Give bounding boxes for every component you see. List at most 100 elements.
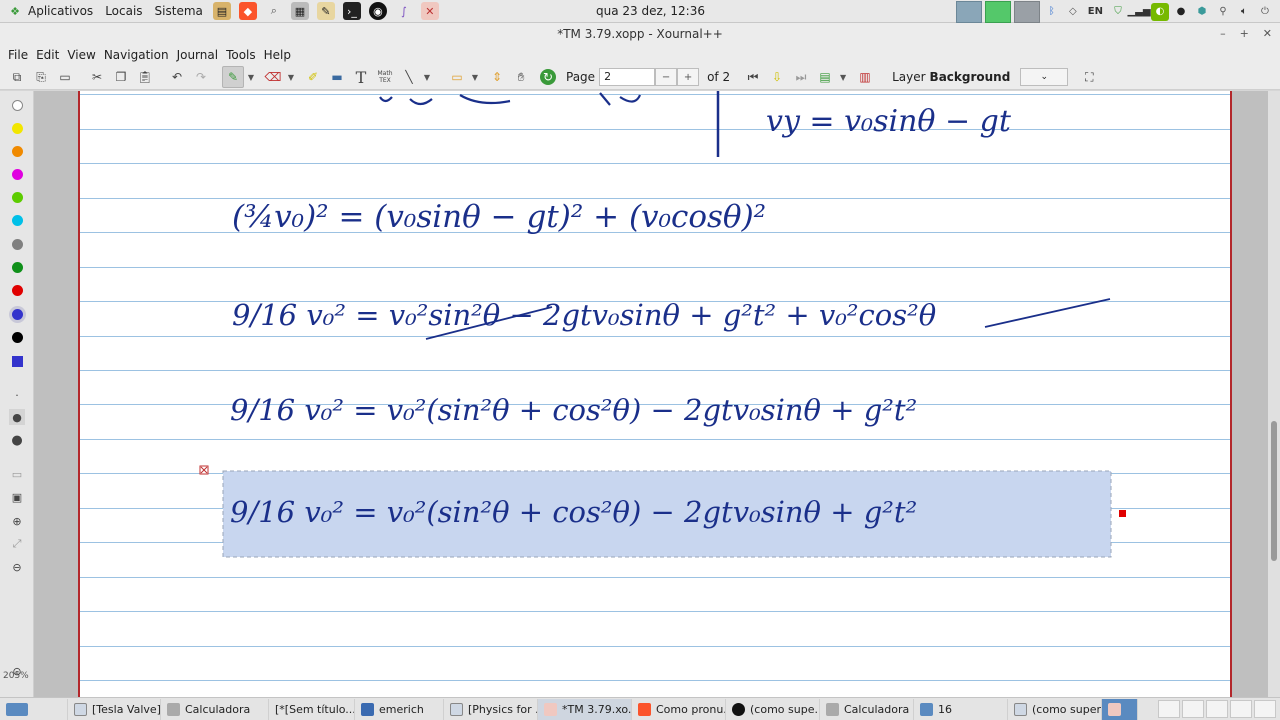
page-decrement-button[interactable]: − [655, 68, 678, 86]
color-orange[interactable] [12, 146, 23, 157]
menu-view[interactable]: View [63, 48, 99, 62]
layer-name[interactable]: Background [930, 70, 1011, 84]
task-como-pronu[interactable]: Como pronu... [632, 698, 726, 720]
open-icon[interactable]: ⎘ [30, 66, 52, 88]
workspace-5[interactable] [1254, 700, 1276, 718]
workspace-4[interactable] [1230, 700, 1252, 718]
layer-dropdown-icon[interactable]: ⌄ [1020, 68, 1069, 86]
new-document-icon[interactable]: ⧉ [6, 66, 28, 88]
apps-menu[interactable]: ❖ Aplicativos [0, 0, 99, 23]
fullscreen-icon[interactable]: ⛶ [1078, 66, 1100, 88]
task-tesla-valve[interactable]: [Tesla Valve] [68, 698, 161, 720]
volume-icon[interactable]: 🔈︎ [1235, 3, 1253, 21]
color-cyan[interactable] [12, 215, 23, 226]
fullpage-icon[interactable]: ▣ [9, 489, 25, 505]
window-title-bar[interactable]: *TM 3.79.xopp - Xournal++ – + ✕ [0, 23, 1280, 45]
minimize-icon[interactable]: – [1220, 23, 1226, 45]
workspace-2[interactable] [1182, 700, 1204, 718]
shape-dropdown-icon[interactable]: ▼ [422, 73, 432, 82]
menu-navigation[interactable]: Navigation [100, 48, 173, 62]
task-xournal-small[interactable] [1102, 698, 1138, 720]
insert-page-dropdown-icon[interactable]: ▼ [838, 73, 848, 82]
task-emerich[interactable]: emerich [355, 698, 444, 720]
nvidia-icon[interactable]: ◐ [1151, 2, 1169, 21]
workspace-1[interactable] [1158, 700, 1180, 718]
eraser-tool-icon[interactable]: ⌫ [262, 66, 284, 88]
file-manager-icon[interactable]: ▤ [212, 2, 231, 20]
zoom-fit-icon[interactable]: ⤢ [9, 536, 25, 552]
copy-icon[interactable]: ❐ [110, 66, 132, 88]
menu-file[interactable]: File [4, 48, 32, 62]
select-dropdown-icon[interactable]: ▼ [470, 73, 480, 82]
terminal-icon[interactable]: ›_ [342, 2, 361, 20]
vertical-space-icon[interactable]: ⇕ [486, 66, 508, 88]
menu-journal[interactable]: Journal [173, 48, 223, 62]
color-white[interactable] [12, 100, 23, 111]
page-increment-button[interactable]: + [677, 68, 700, 86]
last-page-icon[interactable]: ⏭ [790, 66, 812, 88]
color-black[interactable] [12, 332, 23, 343]
pen-app-icon[interactable]: ∫ [395, 2, 413, 20]
task-sem-titulo[interactable]: [*[Sem título... [269, 698, 355, 720]
menu-edit[interactable]: Edit [32, 48, 63, 62]
obs-icon[interactable]: ◉ [368, 2, 387, 20]
hand-tool-icon[interactable]: ✋︎ [510, 66, 532, 88]
network-monitor[interactable] [1013, 0, 1040, 23]
task-16[interactable]: 16 [914, 698, 1008, 720]
undo-icon[interactable]: ↶ [166, 66, 188, 88]
task-calculadora-1[interactable]: Calculadora [161, 698, 269, 720]
wifi-icon[interactable]: ▁▃▅ [1127, 3, 1150, 21]
maximize-icon[interactable]: + [1240, 23, 1249, 45]
close-icon[interactable]: ✕ [1263, 23, 1272, 45]
memory-monitor[interactable] [984, 0, 1011, 23]
document-canvas[interactable]: vy = v₀sinθ − gt (¾v₀)² = (v₀sinθ − gt)²… [34, 91, 1280, 697]
insert-page-icon[interactable]: ▤ [814, 66, 836, 88]
text-tool-icon[interactable]: T [350, 66, 372, 88]
refresh-icon[interactable]: ↻ [540, 69, 556, 85]
first-page-icon[interactable]: ⏮ [742, 66, 764, 88]
zoom-out-icon[interactable]: ⊖ [9, 559, 25, 575]
places-menu[interactable]: Locais [99, 0, 148, 23]
network-icon[interactable]: ⚲ [1214, 3, 1232, 21]
update-icon[interactable]: ● [1172, 3, 1190, 21]
zoom-in-icon[interactable]: ⊕ [9, 513, 25, 529]
paste-icon[interactable]: 📋︎ [134, 66, 156, 88]
color-red[interactable] [12, 285, 23, 296]
color-gray[interactable] [12, 239, 23, 250]
color-green[interactable] [12, 262, 23, 273]
cut-icon[interactable]: ✂ [86, 66, 108, 88]
system-menu[interactable]: Sistema [149, 0, 209, 23]
line-tool-icon[interactable]: ╲ [398, 66, 420, 88]
page-number-input[interactable]: 2 [599, 68, 656, 86]
thick-stroke-icon[interactable]: ● [9, 432, 25, 448]
keyboard-layout[interactable]: EN [1085, 3, 1106, 21]
pen-tool-icon[interactable]: ✎ [222, 66, 244, 88]
show-desktop-button[interactable] [0, 698, 68, 720]
vertical-scrollbar[interactable] [1268, 91, 1280, 697]
redo-icon[interactable]: ↷ [190, 66, 212, 88]
task-physics-for[interactable]: [Physics for ... [444, 698, 538, 720]
page-layout-icon[interactable]: ▭ [9, 466, 25, 482]
color-blue-selected[interactable] [12, 309, 23, 320]
zoom-reset-icon[interactable]: ⊙ [9, 663, 25, 679]
pen-dropdown-icon[interactable]: ▼ [246, 73, 256, 82]
eraser-dropdown-icon[interactable]: ▼ [286, 73, 296, 82]
vpn-icon[interactable]: ⬢ [1193, 3, 1211, 21]
save-icon[interactable]: ▭ [54, 66, 76, 88]
delete-page-icon[interactable]: ▥ [854, 66, 876, 88]
bluetooth-icon[interactable]: ᛒ [1043, 3, 1061, 21]
power-icon[interactable]: ⏻ [1256, 3, 1274, 21]
workspace-3[interactable] [1206, 700, 1228, 718]
xournal-icon[interactable]: ✕ [420, 2, 439, 20]
cpu-monitor[interactable] [955, 0, 982, 23]
shield-icon[interactable]: ⛉ [1109, 3, 1127, 21]
task-como-super[interactable]: (como super... [1008, 698, 1102, 720]
menu-help[interactable]: Help [260, 48, 295, 62]
selection-rotate-handle[interactable] [1119, 510, 1126, 517]
color-magenta[interactable] [12, 169, 23, 180]
workspace-switcher[interactable] [1158, 700, 1276, 718]
menu-tools[interactable]: Tools [222, 48, 260, 62]
select-rectangle-icon[interactable]: ▭ [446, 66, 468, 88]
image-tool-icon[interactable]: ▬ [326, 66, 348, 88]
search-icon[interactable]: ⌕ [265, 2, 283, 20]
